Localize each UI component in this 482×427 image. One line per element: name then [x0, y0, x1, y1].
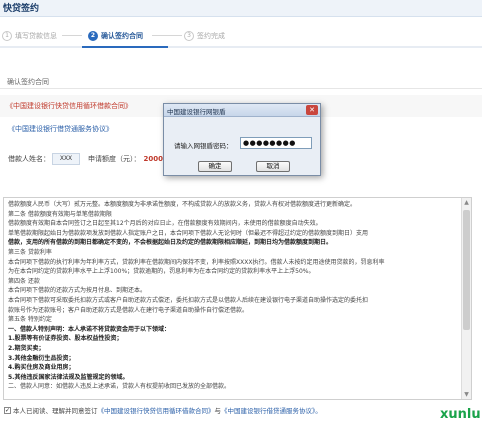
agreement-doc2-link[interactable]: 《中国建设银行借贷通服务协议》。	[221, 405, 322, 415]
service-agreement-link[interactable]: 《中国建设银行借贷通服务协议》	[8, 124, 113, 134]
contract-line: 1.股票等有价证券投资、股本权益性投资；	[8, 335, 123, 343]
borrower-name-value: XXX	[52, 153, 80, 165]
borrower-name-label: 借款人姓名：	[8, 155, 50, 163]
contract-line: 为在本合同约定的贷款利率水平上上浮100%；贷款逾期的，罚息利率为在本合同约定的…	[8, 268, 315, 276]
step-progress: 1 填写贷款信息 2 确认签约合同 3 签约完成	[0, 24, 482, 46]
contract-line: 二、借款人同意：如借款人违反上述承诺，贷款人有权提前收回已发放的全部借款。	[8, 383, 231, 391]
steps-underline	[0, 46, 482, 48]
contract-line: 本合同项下借款的还款方式为按月付息、到期还本。	[8, 287, 147, 295]
close-icon[interactable]: ✕	[306, 105, 318, 115]
contract-line: 单笔借款期限起始日为借款款项发放到借款人指定账户之日，本合同项下借款人无论何时（…	[8, 229, 369, 237]
contract-line: 2.期货买卖；	[8, 344, 45, 352]
step-2: 2 确认签约合同	[88, 29, 143, 43]
contract-line: 第二条 借款额度有效期与单笔借款期限	[8, 210, 112, 218]
loan-contract-link[interactable]: 《中国建设银行快贷信用循环借款合同》	[6, 101, 132, 111]
agreement-doc1-link[interactable]: 《中国建设银行快贷信用循环借款合同》	[98, 405, 215, 415]
section-label: 确认签约合同	[7, 78, 49, 86]
password-input[interactable]: ●●●●●●●●	[240, 137, 312, 149]
contract-line: 款账号作为还款账号；客户自助还款方式是借款人在建行电子渠道自助操作自行偿还借款。	[8, 306, 249, 314]
step-3-number: 3	[184, 31, 194, 41]
contract-line: 本合同项下借款可采取委托扣款方式或客户自助还款方式偿还，委托扣款方式是以借款人后…	[8, 296, 369, 304]
usb-key-password-dialog: 中国建设银行网银盾 ✕ 请输入网银盾密码： ●●●●●●●● 确定 取消	[163, 103, 321, 176]
agreement-row: ✓ 本人已阅读、理解并同意签订 《中国建设银行快贷信用循环借款合同》 与 《中国…	[4, 405, 322, 415]
step-1-label: 填写贷款信息	[15, 32, 57, 40]
borrower-info: 借款人姓名： XXX 申请额度（元）： 20000.00	[8, 153, 180, 165]
contract-line: 第三条 贷款利率	[8, 248, 52, 256]
dialog-title: 中国建设银行网银盾	[167, 108, 226, 116]
step-2-label: 确认签约合同	[101, 32, 143, 40]
scroll-down-icon[interactable]: ▼	[462, 390, 471, 399]
contract-line: 5.其他违反国家法律法规及监管规定的领域。	[8, 373, 129, 381]
ok-button[interactable]: 确定	[198, 161, 232, 172]
scroll-up-icon[interactable]: ▲	[462, 198, 471, 207]
step-connector	[62, 35, 82, 36]
step-1-number: 1	[2, 31, 12, 41]
step-3: 3 签约完成	[184, 29, 225, 43]
contract-line: 借款，支用的所有借款的到期日都确定不变的，不会根据起始日及约定的借款期限相应顺延…	[8, 239, 333, 247]
watermark: xunlu	[440, 407, 481, 422]
divider	[0, 88, 482, 89]
contract-line: 第五条 特别约定	[8, 316, 52, 324]
step-3-label: 签约完成	[197, 32, 225, 40]
contract-line: 借款额度人民币（大写）贰万元整。本额度额度为非承诺性额度，不构成贷款人的放款义务…	[8, 201, 357, 208]
password-prompt: 请输入网银盾密码：	[174, 142, 233, 150]
agreement-prefix: 本人已阅读、理解并同意签订	[13, 407, 98, 415]
step-connector	[152, 35, 182, 36]
amount-label: 申请额度（元）：	[88, 155, 141, 163]
contract-text-body: 借款额度人民币（大写）贰万元整。本额度额度为非承诺性额度，不构成贷款人的放款义务…	[8, 200, 453, 392]
window-title: 快贷签约	[3, 4, 40, 14]
contract-line: 4.购买住房及商业用房；	[8, 364, 75, 372]
agree-checkbox[interactable]: ✓	[4, 406, 11, 414]
cancel-button[interactable]: 取消	[256, 161, 290, 172]
contract-scrollbar[interactable]: ▲ ▼	[461, 198, 471, 399]
contract-line: 借款额度有效期自本合同签订之日起至其12个月后的对应日止，在借款额度有效期间内，…	[8, 220, 322, 228]
contract-line: 3.其他金融衍生品投资；	[8, 354, 75, 362]
step-2-number: 2	[88, 31, 98, 41]
contract-line: 本合同项下借款的执行利率为年利率方式，贷款利率在借款期间内保持不变，利率按照XX…	[8, 258, 385, 266]
dialog-titlebar: 中国建设银行网银盾 ✕	[164, 104, 320, 117]
title-bar: 快贷签约	[0, 0, 482, 17]
contract-line: 一、借款人特别声明：本人承诺不将贷款资金用于以下领域：	[8, 325, 171, 333]
active-step-underline	[82, 46, 168, 48]
step-1: 1 填写贷款信息	[2, 29, 57, 43]
scroll-thumb[interactable]	[463, 210, 470, 330]
contract-text-box[interactable]: 借款额度人民币（大写）贰万元整。本额度额度为非承诺性额度，不构成贷款人的放款义务…	[3, 197, 472, 400]
contract-line: 第四条 还款	[8, 277, 40, 285]
